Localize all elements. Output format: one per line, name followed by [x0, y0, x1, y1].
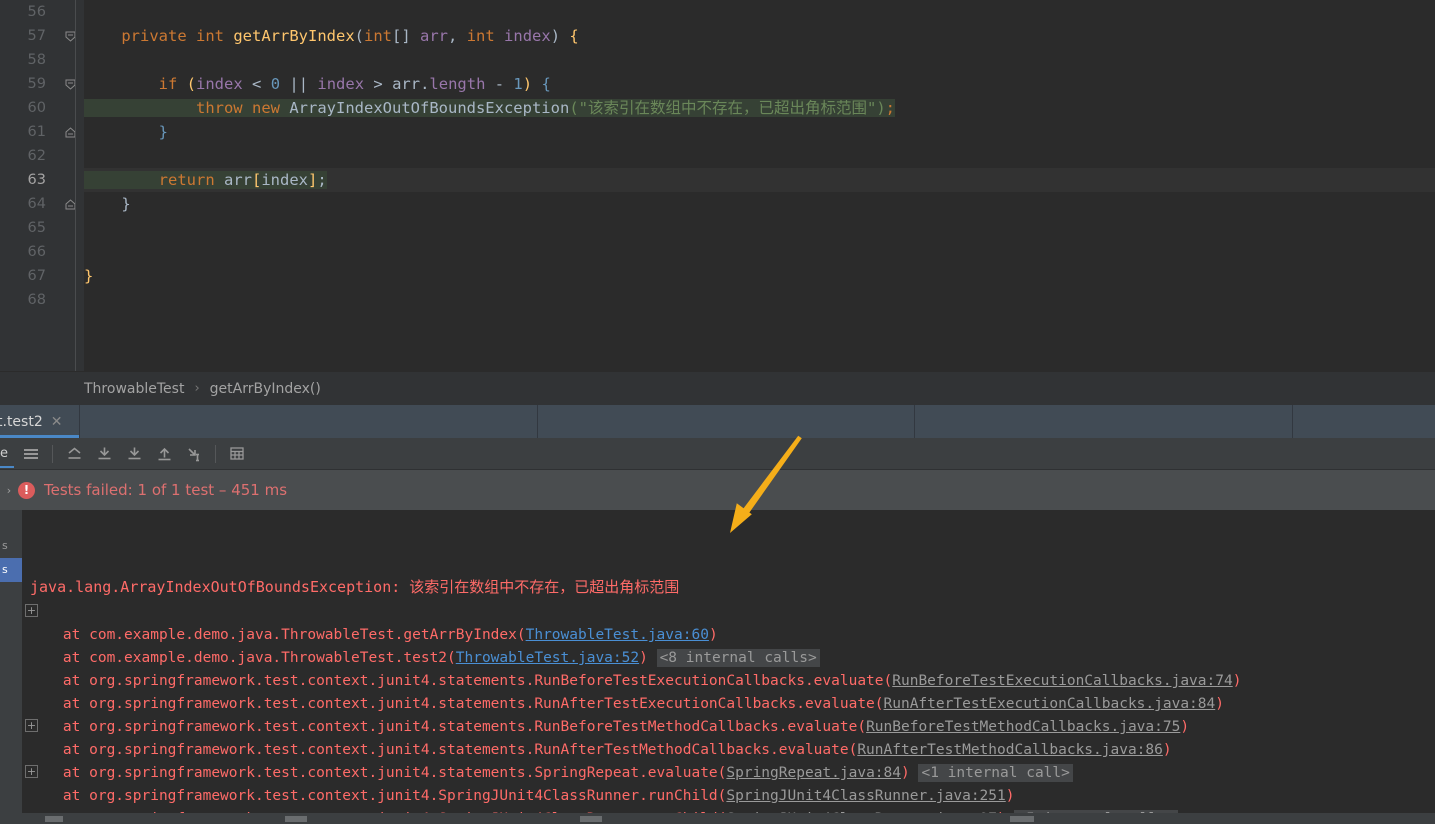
- run-tab-label: t.test2: [0, 413, 43, 430]
- line-number[interactable]: 68: [0, 288, 84, 312]
- stack-trace-link[interactable]: RunAfterTestMethodCallbacks.java:86: [857, 742, 1163, 758]
- upload-icon[interactable]: [151, 441, 177, 467]
- console-output[interactable]: + + + java.lang.ArrayIndexOutOfBoundsExcep…: [22, 510, 1435, 824]
- line-number[interactable]: 58: [0, 48, 84, 72]
- line-number[interactable]: 60: [0, 96, 84, 120]
- stack-trace-link[interactable]: ThrowableTest.java:60: [526, 627, 709, 643]
- line-number[interactable]: 61: [0, 120, 84, 144]
- rerun-failed-icon[interactable]: [61, 441, 87, 467]
- toolbar-left-stub[interactable]: e: [0, 438, 16, 470]
- toolbar-divider-2: [215, 444, 216, 463]
- stack-trace-line[interactable]: at org.springframework.test.context.juni…: [22, 739, 1435, 762]
- stack-trace-line[interactable]: at org.springframework.test.context.juni…: [22, 670, 1435, 693]
- run-tab-slot-4[interactable]: [915, 405, 1293, 438]
- stack-trace-link[interactable]: SpringRepeat.java:84: [726, 765, 901, 781]
- code-line[interactable]: [84, 48, 1435, 72]
- test-tree-row[interactable]: s: [0, 534, 22, 558]
- breadcrumb-separator-icon: ›: [194, 381, 200, 396]
- run-tab-slot-3[interactable]: [538, 405, 915, 438]
- stack-trace-line[interactable]: at com.example.demo.java.ThrowableTest.g…: [22, 624, 1435, 647]
- code-line[interactable]: private int getArrByIndex(int[] arr, int…: [84, 24, 1435, 48]
- stack-trace-link[interactable]: SpringJUnit4ClassRunner.java:251: [726, 788, 1005, 804]
- expand-chevron-icon[interactable]: ›: [0, 484, 18, 497]
- code-line[interactable]: return arr[index];: [84, 168, 1435, 192]
- line-number[interactable]: 64: [0, 192, 84, 216]
- menu-icon[interactable]: [18, 441, 44, 467]
- exception-message: java.lang.ArrayIndexOutOfBoundsException…: [30, 578, 680, 596]
- ide-window: 56 57 58 59 60 61 62 63 64 65 66 67 68 private int g…: [0, 0, 1435, 824]
- run-tab-test2[interactable]: t.test2 ✕: [0, 405, 80, 438]
- error-icon: !: [18, 481, 35, 499]
- run-tool-window: t.test2 ✕ e › ! Tests failed: 1 of 1 tes…: [0, 405, 1435, 824]
- stack-trace-link[interactable]: RunBeforeTestExecutionCallbacks.java:74: [892, 673, 1232, 689]
- code-line[interactable]: [84, 216, 1435, 240]
- stack-trace-line[interactable]: at org.springframework.test.context.juni…: [22, 693, 1435, 716]
- internal-calls-badge[interactable]: <8 internal calls>: [656, 649, 820, 667]
- expand-all-icon[interactable]: [91, 441, 117, 467]
- console-gutter[interactable]: + + +: [22, 510, 44, 824]
- status-chip[interactable]: [1010, 816, 1034, 822]
- run-tab-slot-2[interactable]: [80, 405, 538, 438]
- test-status-bar: › ! Tests failed: 1 of 1 test – 451 ms: [0, 470, 1435, 510]
- run-tab-slot-5[interactable]: [1293, 405, 1435, 438]
- breadcrumb-item-method[interactable]: getArrByIndex(): [210, 381, 321, 397]
- internal-calls-badge[interactable]: <1 internal call>: [918, 764, 1073, 782]
- status-chip[interactable]: [285, 816, 307, 822]
- code-line[interactable]: }: [84, 192, 1435, 216]
- breadcrumb-item-class[interactable]: ThrowableTest: [84, 381, 184, 397]
- code-line[interactable]: }: [84, 120, 1435, 144]
- line-number[interactable]: 65: [0, 216, 84, 240]
- code-line[interactable]: [84, 240, 1435, 264]
- code-line[interactable]: throw new ArrayIndexOutOfBoundsException…: [84, 96, 1435, 120]
- test-status-text: Tests failed: 1 of 1 test – 451 ms: [44, 481, 288, 499]
- test-tree-row[interactable]: s: [0, 558, 22, 582]
- stack-trace-link[interactable]: RunAfterTestExecutionCallbacks.java:84: [884, 696, 1216, 712]
- code-line[interactable]: }: [84, 264, 1435, 288]
- expand-internal-calls-icon[interactable]: +: [25, 719, 38, 732]
- code-line[interactable]: if (index < 0 || index > arr.length - 1)…: [84, 72, 1435, 96]
- status-bar-bottom: [0, 813, 1435, 824]
- expand-internal-calls-icon[interactable]: +: [25, 765, 38, 778]
- stack-trace-line[interactable]: at com.example.demo.java.ThrowableTest.t…: [22, 647, 1435, 670]
- status-chip[interactable]: [580, 816, 602, 822]
- expand-internal-calls-icon[interactable]: +: [25, 604, 38, 617]
- line-number[interactable]: 66: [0, 240, 84, 264]
- table-view-icon[interactable]: [224, 441, 250, 467]
- close-icon[interactable]: ✕: [51, 414, 63, 430]
- code-line[interactable]: [84, 0, 1435, 24]
- toolbar-divider: [52, 444, 53, 463]
- line-number[interactable]: 59: [0, 72, 84, 96]
- status-chip[interactable]: [45, 816, 63, 822]
- stack-trace-line[interactable]: at org.springframework.test.context.juni…: [22, 716, 1435, 739]
- breadcrumb[interactable]: ThrowableTest › getArrByIndex(): [0, 371, 1435, 405]
- stack-trace-line[interactable]: at org.springframework.test.context.juni…: [22, 785, 1435, 808]
- line-number[interactable]: 67: [0, 264, 84, 288]
- editor-gutter[interactable]: 56 57 58 59 60 61 62 63 64 65 66 67 68: [0, 0, 84, 371]
- run-toolbar[interactable]: e: [0, 438, 1435, 470]
- code-editor[interactable]: 56 57 58 59 60 61 62 63 64 65 66 67 68 private int g…: [0, 0, 1435, 371]
- line-number[interactable]: 57: [0, 24, 84, 48]
- fold-rail: [75, 0, 76, 371]
- test-tree-strip[interactable]: ss: [0, 510, 22, 824]
- code-line[interactable]: [84, 144, 1435, 168]
- run-tab-bar[interactable]: t.test2 ✕: [0, 405, 1435, 438]
- stack-trace-link[interactable]: RunBeforeTestMethodCallbacks.java:75: [866, 719, 1180, 735]
- stack-trace-line[interactable]: at org.springframework.test.context.juni…: [22, 762, 1435, 785]
- line-number[interactable]: 63: [0, 168, 84, 192]
- code-line[interactable]: [84, 288, 1435, 312]
- stack-trace-link[interactable]: ThrowableTest.java:52: [456, 650, 639, 666]
- jump-to-source-icon[interactable]: [181, 441, 207, 467]
- collapse-all-icon[interactable]: [121, 441, 147, 467]
- line-number[interactable]: 62: [0, 144, 84, 168]
- code-text[interactable]: private int getArrByIndex(int[] arr, int…: [84, 0, 1435, 371]
- line-number[interactable]: 56: [0, 0, 84, 24]
